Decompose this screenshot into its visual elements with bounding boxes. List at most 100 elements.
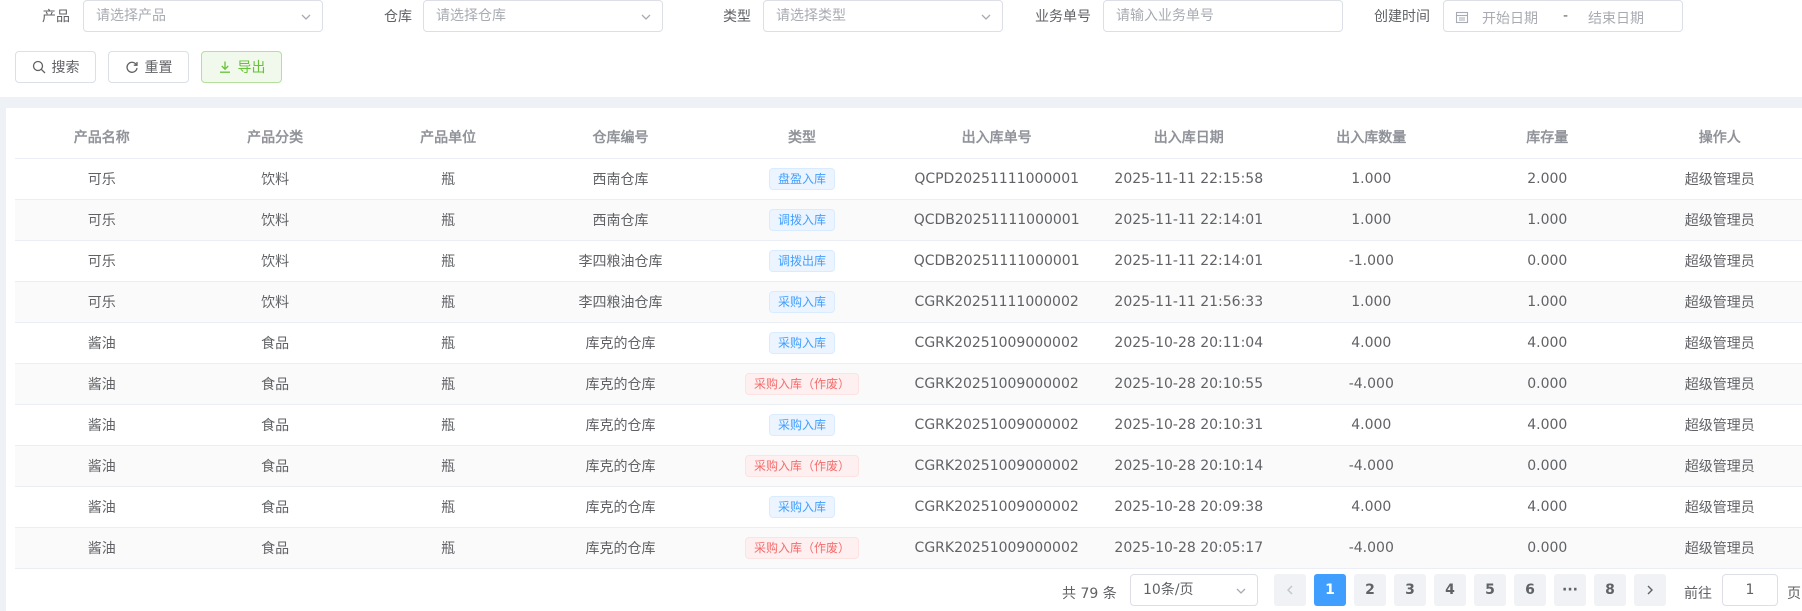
quantity-cell: -1.000 bbox=[1281, 240, 1462, 282]
stock-cell: 2.000 bbox=[1461, 158, 1634, 200]
quantity-cell: -4.000 bbox=[1281, 363, 1462, 405]
table-body: 可乐 饮料瓶西南仓库 盘盈入库 QCPD20251111000001 2025-11-1… bbox=[15, 158, 1802, 569]
page-button[interactable]: 8 bbox=[1594, 574, 1626, 606]
type-select[interactable]: 请选择类型 bbox=[763, 0, 1003, 32]
stock-cell: 0.000 bbox=[1461, 240, 1634, 282]
warehouse-cell: 库克的仓库 bbox=[534, 527, 707, 569]
more-pages-button[interactable]: ··· bbox=[1554, 574, 1586, 606]
search-button[interactable]: 搜索 bbox=[15, 51, 96, 83]
order-no-cell: CGRK20251009000002 bbox=[897, 404, 1096, 446]
column-header: 操作人 bbox=[1633, 108, 1802, 159]
quantity-cell: 1.000 bbox=[1281, 199, 1462, 241]
warehouse-select[interactable]: 请选择仓库 bbox=[423, 0, 663, 32]
search-icon bbox=[32, 60, 45, 74]
unit-cell: 瓶 bbox=[361, 158, 535, 200]
operator-cell: 超级管理员 bbox=[1633, 445, 1802, 487]
product-select-placeholder: 请选择产品 bbox=[96, 8, 166, 24]
warehouse-cell: 李四粮油仓库 bbox=[534, 281, 707, 323]
category-cell: 食品 bbox=[188, 322, 362, 364]
page-button[interactable]: 1 bbox=[1314, 574, 1346, 606]
order-no-cell: CGRK20251009000002 bbox=[897, 527, 1096, 569]
column-header: 库存量 bbox=[1461, 108, 1634, 159]
type-select-placeholder: 请选择类型 bbox=[776, 8, 846, 24]
table-row[interactable]: 可乐 饮料瓶李四粮油仓库 采购入库 CGRK20251111000002 2025-11… bbox=[15, 281, 1802, 323]
date-cell: 2025-10-28 20:09:38 bbox=[1096, 486, 1282, 528]
operator-cell: 超级管理员 bbox=[1633, 240, 1802, 282]
unit-cell: 瓶 bbox=[361, 322, 535, 364]
goto-page-input[interactable]: 1 bbox=[1722, 574, 1778, 606]
start-date-input[interactable]: 开始日期 bbox=[1482, 8, 1538, 28]
table-panel: 产品名称 产品分类 产品单位 仓库编号 类型 出入库单号 出入库日期 出入库数量… bbox=[6, 108, 1802, 611]
export-button[interactable]: 导出 bbox=[201, 51, 282, 83]
date-cell: 2025-10-28 20:10:14 bbox=[1096, 445, 1282, 487]
page-button[interactable]: 2 bbox=[1354, 574, 1386, 606]
date-cell: 2025-11-11 22:14:01 bbox=[1096, 199, 1282, 241]
table-row[interactable]: 酱油 食品瓶库克的仓库 采购入库 CGRK20251009000002 2025-10-… bbox=[15, 404, 1802, 446]
chevron-down-icon bbox=[1236, 588, 1246, 594]
type-cell: 调拨出库 bbox=[706, 240, 898, 282]
type-tag: 采购入库（作废） bbox=[745, 454, 860, 477]
filter-panel: 产品 请选择产品 仓库 请选择仓库 类型 请选择类型 业务单号 请输入业务单号 … bbox=[0, 0, 1802, 97]
table-row[interactable]: 酱油 食品瓶库克的仓库 采购入库（作废） CGRK20251009000002 2025… bbox=[15, 445, 1802, 487]
prev-page-button[interactable] bbox=[1274, 574, 1306, 606]
category-cell: 食品 bbox=[188, 404, 362, 446]
stock-cell: 4.000 bbox=[1461, 322, 1634, 364]
unit-cell: 瓶 bbox=[361, 404, 535, 446]
bizno-input[interactable]: 请输入业务单号 bbox=[1103, 0, 1343, 32]
warehouse-cell: 库克的仓库 bbox=[534, 486, 707, 528]
stock-cell: 1.000 bbox=[1461, 281, 1634, 323]
quantity-cell: -4.000 bbox=[1281, 527, 1462, 569]
table-row[interactable]: 酱油 食品瓶库克的仓库 采购入库（作废） CGRK20251009000002 2025… bbox=[15, 363, 1802, 405]
table-row[interactable]: 酱油 食品瓶库克的仓库 采购入库 CGRK20251009000002 2025-10-… bbox=[15, 486, 1802, 528]
end-date-input[interactable]: 结束日期 bbox=[1588, 8, 1644, 28]
goto-unit: 页 bbox=[1787, 586, 1801, 602]
chevron-down-icon bbox=[981, 14, 991, 20]
operator-cell: 超级管理员 bbox=[1633, 281, 1802, 323]
type-cell: 采购入库（作废） bbox=[706, 445, 898, 487]
total-count: 共 79 条 bbox=[1062, 586, 1117, 602]
table-row[interactable]: 酱油 食品瓶库克的仓库 采购入库（作废） CGRK20251009000002 2025… bbox=[15, 527, 1802, 569]
operator-cell: 超级管理员 bbox=[1633, 199, 1802, 241]
type-label: 类型 bbox=[723, 9, 751, 25]
page-button[interactable]: 6 bbox=[1514, 574, 1546, 606]
category-cell: 饮料 bbox=[188, 281, 362, 323]
unit-cell: 瓶 bbox=[361, 240, 535, 282]
warehouse-cell: 库克的仓库 bbox=[534, 363, 707, 405]
order-no-cell: QCDB20251111000001 bbox=[897, 199, 1096, 241]
table-row[interactable]: 可乐 饮料瓶李四粮油仓库 调拨出库 QCDB20251111000001 2025-11… bbox=[15, 240, 1802, 282]
operator-cell: 超级管理员 bbox=[1633, 158, 1802, 200]
warehouse-cell: 库克的仓库 bbox=[534, 404, 707, 446]
operator-cell: 超级管理员 bbox=[1633, 404, 1802, 446]
type-cell: 采购入库 bbox=[706, 281, 898, 323]
order-no-cell: CGRK20251009000002 bbox=[897, 486, 1096, 528]
type-tag: 采购入库（作废） bbox=[745, 372, 860, 395]
page-button[interactable]: 3 bbox=[1394, 574, 1426, 606]
order-no-cell: CGRK20251009000002 bbox=[897, 445, 1096, 487]
type-tag: 调拨出库 bbox=[769, 249, 836, 272]
page-size-select[interactable]: 10条/页 bbox=[1130, 574, 1258, 606]
quantity-cell: 4.000 bbox=[1281, 322, 1462, 364]
type-tag: 采购入库 bbox=[769, 495, 836, 518]
export-button-label: 导出 bbox=[237, 60, 266, 76]
goto-label: 前往 bbox=[1684, 586, 1712, 602]
date-range-separator: - bbox=[1563, 8, 1569, 24]
page-button[interactable]: 4 bbox=[1434, 574, 1466, 606]
product-name-cell: 酱油 bbox=[15, 322, 189, 364]
table-row[interactable]: 酱油 食品瓶库克的仓库 采购入库 CGRK20251009000002 2025-10-… bbox=[15, 322, 1802, 364]
reset-button[interactable]: 重置 bbox=[108, 51, 189, 83]
unit-cell: 瓶 bbox=[361, 445, 535, 487]
next-page-button[interactable] bbox=[1634, 574, 1666, 606]
unit-cell: 瓶 bbox=[361, 527, 535, 569]
created-date-range[interactable]: 开始日期 - 结束日期 bbox=[1443, 0, 1683, 32]
table-row[interactable]: 可乐 饮料瓶西南仓库 盘盈入库 QCPD20251111000001 2025-11-1… bbox=[15, 158, 1802, 200]
page-button[interactable]: 5 bbox=[1474, 574, 1506, 606]
product-select[interactable]: 请选择产品 bbox=[83, 0, 323, 32]
unit-cell: 瓶 bbox=[361, 281, 535, 323]
chevron-down-icon bbox=[641, 14, 651, 20]
product-name-cell: 可乐 bbox=[15, 199, 189, 241]
quantity-cell: 4.000 bbox=[1281, 404, 1462, 446]
operator-cell: 超级管理员 bbox=[1633, 363, 1802, 405]
table-row[interactable]: 可乐 饮料瓶西南仓库 调拨入库 QCDB20251111000001 2025-11-1… bbox=[15, 199, 1802, 241]
date-cell: 2025-11-11 22:15:58 bbox=[1096, 158, 1282, 200]
type-tag: 调拨入库 bbox=[769, 208, 836, 231]
